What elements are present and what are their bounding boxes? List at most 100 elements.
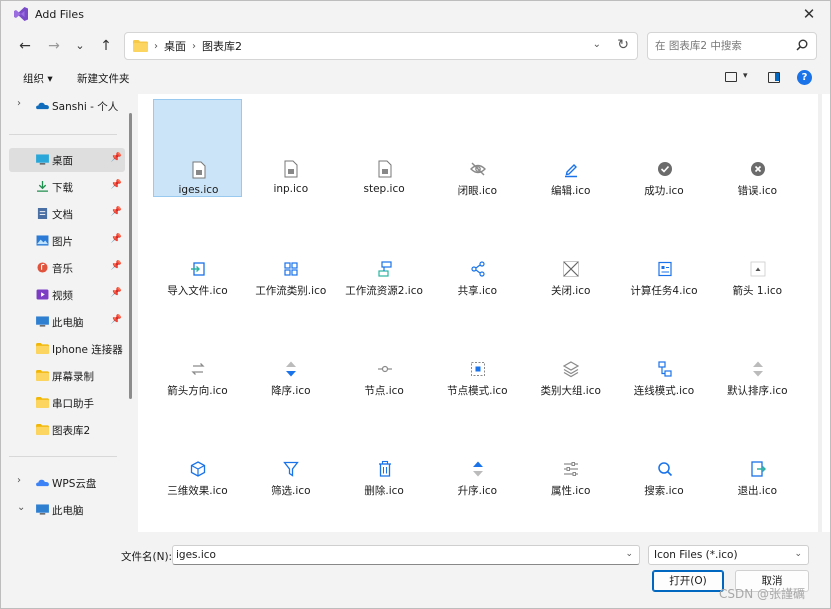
sidebar-item[interactable]: 图片 📌 [9,229,125,253]
filter-icon [283,460,300,478]
file-item[interactable]: 筛选.ico [246,399,335,497]
organize-menu[interactable]: 组织 ▾ [23,71,53,86]
file-item[interactable]: 编辑.ico [526,99,615,197]
footer: 文件名(N): iges.ico ⌄ Icon Files (*.ico) ⌄ … [1,534,830,608]
chevron-icon[interactable]: › [17,475,21,486]
file-item[interactable]: 箭头方向.ico [153,299,242,397]
sidebar-item[interactable]: › Sanshi - 个人 [9,94,125,118]
pin-icon[interactable]: 📌 [111,153,122,163]
close-x-icon [563,260,580,278]
sidebar-item[interactable]: 桌面 📌 [9,148,125,172]
error-icon [750,160,766,178]
recent-locations-button[interactable]: ⌄ [68,34,92,58]
file-item[interactable]: iges.ico [153,99,242,197]
sidebar-item[interactable]: 串口助手 [9,391,125,415]
preview-pane-icon[interactable] [768,72,780,83]
file-item[interactable]: inp.ico [246,99,335,197]
file-item[interactable]: 错误.ico [713,99,802,197]
pin-icon[interactable]: 📌 [111,261,122,271]
node-icon [377,360,393,378]
eye-closed-icon [469,160,486,178]
file-item[interactable]: 三维效果.ico [153,399,242,497]
sidebar-item-label: 串口助手 [52,398,94,410]
sidebar-item[interactable]: 屏幕录制 [9,364,125,388]
sidebar-item[interactable]: Iphone 连接器 [9,337,125,361]
sidebar-item[interactable]: 文档 📌 [9,202,125,226]
address-bar[interactable]: › 桌面 › 图表库2 ⌄ ↻ [124,32,638,60]
file-item[interactable]: 属性.ico [526,399,615,497]
chevron-down-icon[interactable]: ⌄ [625,549,633,559]
file-item[interactable]: 导入文件.ico [153,199,242,297]
sidebar-item[interactable]: 下载 📌 [9,175,125,199]
pin-icon[interactable]: 📌 [111,315,122,325]
folder-icon [133,40,148,52]
back-button[interactable]: ← [13,34,37,58]
up-button[interactable]: ↑ [94,34,118,58]
file-item[interactable]: step.ico [340,99,429,197]
file-list: iges.ico inp.ico step.ico 闭眼.ico 编辑.ico 成功.ic… [138,94,810,532]
pin-icon[interactable]: 📌 [111,234,122,244]
file-item[interactable]: 节点.ico [340,299,429,397]
cube-icon [190,460,206,478]
file-item[interactable]: 节点模式.ico [433,299,522,397]
sidebar-item[interactable]: 音乐 📌 [9,256,125,280]
sidebar-item[interactable]: 此电脑 📌 [9,310,125,334]
file-item[interactable]: 成功.ico [620,99,709,197]
search-box[interactable] [647,32,817,60]
sidebar-item-label: 视频 [52,290,73,302]
sort-desc-icon [283,360,299,378]
chevron-down-icon[interactable]: ⌄ [794,549,802,559]
chevron-icon[interactable]: › [17,98,21,109]
folder-icon [36,397,49,408]
file-item[interactable]: 默认排序.ico [713,299,802,397]
file-name: 工作流资源2.ico [345,285,423,297]
refresh-icon[interactable]: ↻ [617,37,629,53]
chevron-down-icon[interactable]: ▾ [743,71,748,81]
file-name: 箭头方向.ico [167,385,228,397]
search-input[interactable] [653,38,793,54]
close-button[interactable]: ✕ [796,4,822,24]
pin-icon[interactable]: 📌 [111,180,122,190]
chevron-down-icon[interactable]: ⌄ [593,39,601,50]
filename-input[interactable]: iges.ico ⌄ [172,545,640,565]
file-name: inp.ico [273,183,309,195]
file-type-value: Icon Files (*.ico) [654,549,738,561]
file-type-select[interactable]: Icon Files (*.ico) ⌄ [648,545,809,565]
file-item[interactable]: 删除.ico [340,399,429,497]
sidebar-item[interactable]: ⌄ 此电脑 [9,498,125,522]
file-list-scrollbar[interactable] [810,94,830,532]
file-item[interactable]: 降序.ico [246,299,335,397]
sidebar-item-label: Iphone 连接器 [52,344,123,356]
help-icon[interactable]: ? [797,70,812,85]
link-mode-icon [657,360,673,378]
forward-button[interactable]: → [42,34,66,58]
sidebar-item[interactable]: › WPS云盘 [9,471,125,495]
open-button[interactable]: 打开(O) [652,570,724,592]
file-item[interactable]: 连线模式.ico [620,299,709,397]
view-icon[interactable] [725,72,737,82]
desktop-icon [36,154,49,165]
file-item[interactable]: 类别大组.ico [526,299,615,397]
new-folder-button[interactable]: 新建文件夹 [77,71,130,86]
chevron-icon[interactable]: ⌄ [17,502,25,513]
file-item[interactable]: 闭眼.ico [433,99,522,197]
file-item[interactable]: 箭头 1.ico [713,199,802,297]
pin-icon[interactable]: 📌 [111,207,122,217]
import-icon [190,260,206,278]
file-item[interactable]: 退出.ico [713,399,802,497]
file-item[interactable]: 工作流类别.ico [246,199,335,297]
breadcrumb-desktop[interactable]: 桌面 [164,38,186,54]
file-item[interactable]: 共享.ico [433,199,522,297]
pin-icon[interactable]: 📌 [111,288,122,298]
breadcrumb-chart-library[interactable]: 图表库2 [202,38,242,54]
navigation-scrollbar[interactable] [129,113,132,399]
file-item[interactable]: 关闭.ico [526,199,615,297]
file-item[interactable]: 工作流资源2.ico [340,199,429,297]
sidebar-item[interactable]: 视频 📌 [9,283,125,307]
file-item[interactable]: 计算任务4.ico [620,199,709,297]
file-item[interactable]: 升序.ico [433,399,522,497]
search-icon[interactable] [796,39,808,51]
file-item[interactable]: 搜索.ico [620,399,709,497]
command-bar: 组织 ▾ 新建文件夹 ▾ ? [1,67,830,91]
sidebar-item[interactable]: 图表库2 [9,418,125,442]
